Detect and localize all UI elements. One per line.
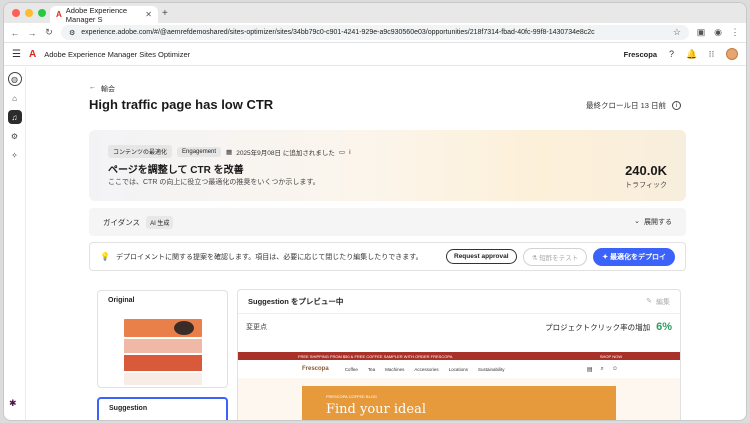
main-content: ← 輸会 High traffic page has low CTR 最終クロー… xyxy=(26,67,746,420)
url-text: experience.adobe.com/#/@aemrefdemoshared… xyxy=(81,29,595,36)
request-approval-button[interactable]: Request approval xyxy=(446,249,517,264)
back-icon[interactable]: ← xyxy=(10,28,20,38)
forward-icon[interactable]: → xyxy=(27,28,37,38)
page-title: High traffic page has low CTR xyxy=(89,97,274,112)
opportunity-summary-card: コンテンツの最適化 Engagement ▦ 2025年9月08日 に追加されま… xyxy=(89,130,686,201)
adobe-logo-icon: A xyxy=(56,10,62,19)
preview-title: Suggestion をプレビュー中 xyxy=(248,297,344,306)
extensions-icon[interactable]: ▣ xyxy=(696,27,706,38)
minimize-window-button[interactable] xyxy=(25,9,33,17)
date-added: ▦ 2025年9月08日 に追加されました ▭ ⅰ xyxy=(226,148,351,157)
window-controls xyxy=(12,9,46,17)
deploy-bar: 💡 デプロイメントに関する提案を確認します。項目は、必要に応じて閉じたり編集した… xyxy=(89,242,686,271)
close-tab-icon[interactable]: ✕ xyxy=(145,10,152,19)
arrow-left-icon: ← xyxy=(89,84,96,91)
site-nav: Frescopa Coffee Tea Machines Accessories… xyxy=(238,360,680,378)
globe-icon[interactable]: ◍ xyxy=(7,72,22,86)
app-title: Adobe Experience Manager Sites Optimizer xyxy=(44,49,191,59)
variation-suggestion[interactable]: Suggestion xyxy=(97,397,228,420)
changes-label: 変更点 xyxy=(246,324,267,331)
changes-row: 変更点 プロジェクトクリック率の増加 6% xyxy=(238,314,680,340)
site-brand: Frescopa xyxy=(302,366,329,372)
slack-icon[interactable]: ✱ xyxy=(9,398,21,410)
variation-original[interactable]: Original xyxy=(97,290,228,388)
traffic-label: トラフィック xyxy=(625,182,667,189)
edit-icon: ✎ xyxy=(646,297,652,305)
back-link[interactable]: ← 輸会 xyxy=(89,84,115,94)
device-icon: ▭ xyxy=(338,148,345,156)
test-button[interactable]: ⚗ 短酢をテスト xyxy=(522,247,588,266)
search-icon: ⌕ xyxy=(600,365,604,372)
tab-title: Adobe Experience Manager S xyxy=(65,5,128,24)
adobe-logo-icon[interactable]: A xyxy=(29,49,36,60)
expand-button[interactable]: ⌄ 展開する xyxy=(634,217,672,227)
avatar[interactable] xyxy=(726,48,738,60)
chevron-down-icon: ⌄ xyxy=(634,218,640,225)
deploy-message: デプロイメントに関する提案を確認します。項目は、必要に応じて閉じたり編集したりで… xyxy=(115,253,423,261)
cart-icon: ▤ xyxy=(586,366,593,373)
calendar-icon: ▦ xyxy=(226,148,233,156)
menu-icon[interactable]: ☰ xyxy=(12,49,21,60)
engagement-badge: Engagement xyxy=(177,146,222,157)
hero-heading: ページを調整して CTR を改善 xyxy=(108,165,244,176)
promo-banner: FREE SHIPPING FROM $50 & FREE COFFEE SAM… xyxy=(238,352,680,360)
hero-subtext: ここでは、CTR の向上に役立つ最適化の推奨をいくつか示します。 xyxy=(108,179,320,186)
ai-generated-badge: AI 生成 xyxy=(146,215,174,229)
tab-bar: A Adobe Experience Manager S ✕ + xyxy=(4,3,746,24)
bookmark-star-icon[interactable]: ☆ xyxy=(673,27,681,38)
guidance-panel[interactable]: ガイダンス AI 生成 ⌄ 展開する xyxy=(89,208,686,236)
site-settings-icon[interactable]: ⚙ xyxy=(69,29,75,37)
reload-icon[interactable]: ↻ xyxy=(44,27,54,38)
magic-icon[interactable]: ✧ xyxy=(8,148,22,162)
notifications-bell-icon[interactable]: 🔔 xyxy=(686,49,697,60)
opportunities-icon[interactable]: ♫ xyxy=(7,110,22,124)
original-thumbnail xyxy=(124,317,202,387)
url-field[interactable]: ⚙ experience.adobe.com/#/@aemrefdemoshar… xyxy=(61,25,689,40)
edit-button[interactable]: ✎ 編集 xyxy=(646,297,670,307)
info-italic-icon[interactable]: ⅰ xyxy=(349,148,351,156)
settings-gear-icon[interactable]: ⚙ xyxy=(8,129,22,143)
last-crawl: 最終クロール日 13 日前 i xyxy=(586,100,681,111)
browser-window: A Adobe Experience Manager S ✕ + ← → ↻ ⚙… xyxy=(3,2,747,421)
profile-icon[interactable]: ◉ xyxy=(713,27,723,38)
apps-grid-icon[interactable]: ⁝⁝ xyxy=(706,49,717,60)
user-icon: ☺ xyxy=(611,365,618,372)
browser-tab[interactable]: A Adobe Experience Manager S ✕ xyxy=(50,5,158,24)
site-preview: FREE SHIPPING FROM $50 & FREE COFFEE SAM… xyxy=(238,352,680,420)
address-bar: ← → ↻ ⚙ experience.adobe.com/#/@aemrefde… xyxy=(4,23,746,43)
ctr-increase-value: 6% xyxy=(656,321,672,333)
home-icon[interactable]: ⌂ xyxy=(8,91,22,105)
guidance-label: ガイダンス xyxy=(103,217,141,227)
deploy-optimization-button[interactable]: ✦ 最適化をデプロイ xyxy=(593,247,675,266)
browser-menu-icon[interactable]: ⋮ xyxy=(730,27,740,38)
help-icon[interactable]: ? xyxy=(666,49,677,59)
org-switcher[interactable]: Frescopa xyxy=(624,50,657,59)
ctr-increase-label: プロジェクトクリック率の増加 xyxy=(545,322,651,332)
left-rail: ◍ ⌂ ♫ ⚙ ✧ ✱ xyxy=(4,67,26,420)
category-badge: コンテンツの最適化 xyxy=(108,145,173,158)
variations-list: Original Suggestion xyxy=(89,285,235,420)
maximize-window-button[interactable] xyxy=(38,9,46,17)
new-tab-button[interactable]: + xyxy=(162,8,168,19)
info-icon[interactable]: i xyxy=(672,101,681,110)
traffic-value: 240.0K xyxy=(625,163,667,178)
site-hero: FRESCOPA COFFEE BLOG Find your ideal xyxy=(302,386,616,420)
lightbulb-icon: 💡 xyxy=(100,252,110,261)
traffic-metric: 240.0K トラフィック xyxy=(625,163,667,190)
close-window-button[interactable] xyxy=(12,9,20,17)
app-header: ☰ A Adobe Experience Manager Sites Optim… xyxy=(4,43,746,66)
suggestion-preview-panel: Suggestion をプレビュー中 ✎ 編集 変更点 プロジェクトクリック率の… xyxy=(237,289,681,420)
